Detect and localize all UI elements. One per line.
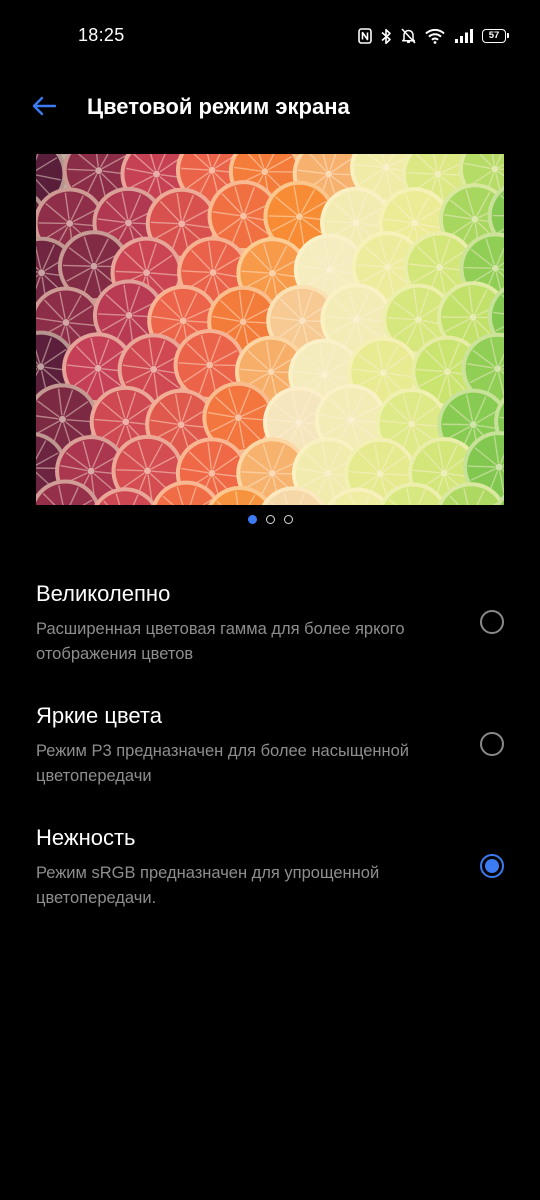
option-title: Великолепно — [36, 581, 171, 606]
option-description: Режим sRGB предназначен для упрощенной ц… — [36, 864, 380, 907]
radio-button-selected[interactable] — [480, 854, 504, 878]
header: Цветовой режим экрана — [0, 84, 540, 132]
bluetooth-icon — [381, 28, 392, 45]
pager-dot-1[interactable] — [247, 515, 257, 524]
option-title: Нежность — [36, 825, 136, 850]
wifi-icon — [425, 28, 445, 44]
status-bar: 18:25 57 — [0, 0, 540, 72]
pager-dot-3[interactable] — [283, 515, 293, 524]
preview-image[interactable] — [36, 154, 504, 505]
signal-icon — [454, 28, 473, 44]
preview-pager[interactable] — [0, 515, 540, 527]
back-arrow-icon — [31, 96, 57, 121]
option-description: Режим P3 предназначен для более насыщенн… — [36, 742, 410, 785]
page-title: Цветовой режим экрана — [87, 94, 350, 119]
status-icons: 57 — [358, 26, 509, 46]
status-time: 18:25 — [78, 25, 125, 45]
nfc-icon — [358, 28, 372, 44]
option-vivid-colors[interactable]: Яркие цвета Режим P3 предназначен для бо… — [0, 703, 540, 803]
option-magnificent[interactable]: Великолепно Расширенная цветовая гамма д… — [0, 581, 540, 681]
battery-icon: 57 — [482, 29, 509, 43]
back-button[interactable] — [24, 92, 64, 124]
mute-icon — [401, 28, 416, 44]
pager-dot-2[interactable] — [265, 515, 275, 524]
radio-button[interactable] — [480, 732, 504, 756]
option-description: Расширенная цветовая гамма для более ярк… — [36, 620, 405, 663]
citrus-slices-image — [36, 154, 504, 505]
option-title: Яркие цвета — [36, 703, 162, 728]
option-gentle[interactable]: Нежность Режим sRGB предназначен для упр… — [0, 825, 540, 925]
radio-button[interactable] — [480, 610, 504, 634]
